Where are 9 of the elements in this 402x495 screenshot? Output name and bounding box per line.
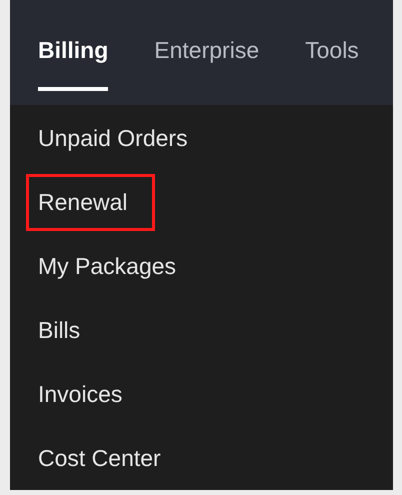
nav-tab[interactable]: Tools — [305, 0, 359, 91]
menu-item[interactable]: My Packages — [26, 238, 204, 294]
menu-item[interactable]: Invoices — [26, 366, 150, 422]
menu-item[interactable]: Cost Center — [26, 430, 188, 486]
menu-item[interactable]: Renewal — [26, 174, 154, 230]
nav-tab[interactable]: Enterprise — [154, 0, 260, 91]
nav-tab[interactable]: Billing — [38, 0, 108, 91]
menu-item[interactable]: Bills — [26, 302, 108, 358]
menu-item[interactable]: Unpaid Orders — [26, 110, 215, 166]
